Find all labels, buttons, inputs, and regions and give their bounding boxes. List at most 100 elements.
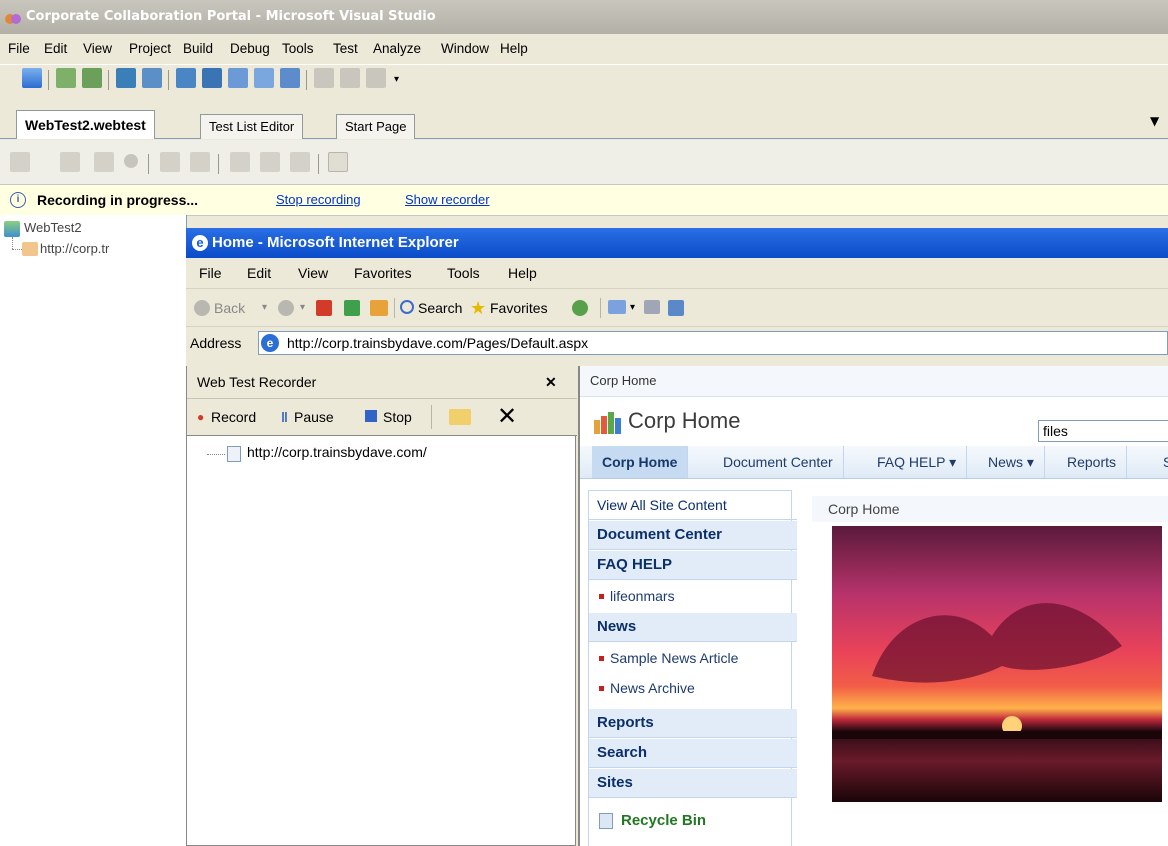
ql-document-center[interactable]: Document Center <box>589 521 797 550</box>
breadcrumb-text[interactable]: Corp Home <box>590 366 656 396</box>
vs-logo-icon <box>4 8 22 26</box>
indent-icon[interactable] <box>340 68 360 88</box>
view-all-site-content-link[interactable]: View All Site Content <box>589 491 797 520</box>
print-icon[interactable] <box>644 300 660 314</box>
stop-button[interactable]: Stop <box>383 399 412 435</box>
nav-corp-home[interactable]: Corp Home <box>592 446 689 478</box>
debug-test-icon[interactable] <box>82 68 102 88</box>
align-icon[interactable] <box>314 68 334 88</box>
run-webtest-icon[interactable] <box>10 152 30 172</box>
close-recorder-icon[interactable]: ✕ <box>545 366 557 398</box>
ql-sites[interactable]: Sites <box>589 769 797 798</box>
menu-build[interactable]: Build <box>183 34 213 64</box>
search-icon[interactable] <box>400 300 414 314</box>
ql-sample-news-article[interactable]: Sample News Article <box>610 650 738 666</box>
pause-button[interactable]: Pause <box>294 399 334 435</box>
nav-reports[interactable]: Reports <box>1057 446 1128 478</box>
publish-icon[interactable] <box>280 68 300 88</box>
test-manager-icon[interactable] <box>142 68 162 88</box>
new-test-icon[interactable] <box>22 68 42 88</box>
ie-menu-file[interactable]: File <box>199 258 222 288</box>
tab-webtest2[interactable]: WebTest2.webtest <box>16 110 155 139</box>
site-title[interactable]: Corp Home <box>628 408 740 434</box>
mail-dropdown-icon[interactable]: ▾ <box>630 290 635 326</box>
stop-icon[interactable] <box>316 300 332 316</box>
menu-edit[interactable]: Edit <box>44 34 67 64</box>
outdent-icon[interactable] <box>366 68 386 88</box>
menu-tools[interactable]: Tools <box>282 34 314 64</box>
search-button[interactable]: Search <box>418 290 462 326</box>
mail-icon[interactable] <box>608 300 626 314</box>
menu-help[interactable]: Help <box>500 34 528 64</box>
home-icon[interactable] <box>370 300 388 316</box>
page-title: Corp Home <box>828 501 900 517</box>
run-test-icon[interactable] <box>56 68 76 88</box>
add-plugin-icon[interactable] <box>190 152 210 172</box>
ql-faq-help[interactable]: FAQ HELP <box>589 551 797 580</box>
ql-search[interactable]: Search <box>589 739 797 768</box>
tree-request-url[interactable]: http://corp.tr <box>40 241 109 256</box>
add-request-icon[interactable] <box>94 152 114 172</box>
stop-square-icon <box>365 410 377 422</box>
test-list-icon[interactable] <box>228 68 248 88</box>
nav-news[interactable]: News ▾ <box>978 446 1045 478</box>
add-recording-icon[interactable] <box>60 152 80 172</box>
generate-code-icon[interactable] <box>290 152 310 172</box>
ql-recycle-bin[interactable]: Recycle Bin <box>621 807 706 835</box>
bullet-icon <box>599 685 604 691</box>
menu-test[interactable]: Test <box>333 34 358 64</box>
favorites-icon[interactable]: ★ <box>470 290 486 326</box>
address-input[interactable]: e http://corp.trainsbydave.com/Pages/Def… <box>258 331 1168 355</box>
back-icon[interactable] <box>194 300 210 316</box>
ql-news[interactable]: News <box>589 613 797 642</box>
menu-project[interactable]: Project <box>129 34 171 64</box>
show-recorder-link[interactable]: Show recorder <box>405 185 490 215</box>
edit-icon[interactable] <box>668 300 684 316</box>
menu-window[interactable]: Window <box>441 34 489 64</box>
recording-info-bar: i Recording in progress... Stop recordin… <box>0 184 1168 216</box>
ql-reports[interactable]: Reports <box>589 709 797 738</box>
recorded-request-url[interactable]: http://corp.trainsbydave.com/ <box>247 444 427 460</box>
test-view-icon[interactable] <box>116 68 136 88</box>
forward-icon[interactable] <box>278 300 294 316</box>
code-coverage-icon[interactable] <box>202 68 222 88</box>
ql-news-archive[interactable]: News Archive <box>610 680 695 696</box>
tab-test-list-editor[interactable]: Test List Editor <box>200 114 304 139</box>
record-icon[interactable] <box>124 154 138 168</box>
forward-dropdown-icon[interactable]: ▾ <box>300 290 305 326</box>
test-results-icon[interactable] <box>176 68 196 88</box>
parameterize-icon[interactable] <box>160 152 180 172</box>
ie-menu-tools[interactable]: Tools <box>447 258 480 288</box>
stop-recording-link[interactable]: Stop recording <box>276 185 361 215</box>
menu-file[interactable]: File <box>8 34 30 64</box>
toolbar-overflow-icon[interactable]: ▾ <box>394 74 399 85</box>
test-runs-icon[interactable] <box>254 68 274 88</box>
performance-session-icon[interactable] <box>328 152 348 172</box>
add-comment-icon[interactable] <box>449 409 471 425</box>
refresh-icon[interactable] <box>344 300 360 316</box>
back-dropdown-icon[interactable]: ▾ <box>262 290 267 326</box>
tab-start-page[interactable]: Start Page <box>336 114 416 139</box>
ie-menu-view[interactable]: View <box>298 258 328 288</box>
nav-overflow[interactable]: S <box>1153 446 1168 478</box>
site-logo-icon <box>594 412 622 434</box>
datasource-icon[interactable] <box>230 152 250 172</box>
nav-faq-help[interactable]: FAQ HELP ▾ <box>867 446 968 478</box>
ie-menu-favorites[interactable]: Favorites <box>354 258 412 288</box>
menu-view[interactable]: View <box>83 34 112 64</box>
favorites-button[interactable]: Favorites <box>490 290 548 326</box>
menu-debug[interactable]: Debug <box>230 34 270 64</box>
ql-lifeonmars[interactable]: lifeonmars <box>610 588 675 604</box>
menu-analyze[interactable]: Analyze <box>373 34 421 64</box>
site-search-input[interactable]: files <box>1038 420 1168 442</box>
credentials-icon[interactable] <box>260 152 280 172</box>
record-button[interactable]: Record <box>211 399 256 435</box>
nav-document-center[interactable]: Document Center <box>713 446 844 478</box>
ie-menu-edit[interactable]: Edit <box>247 258 271 288</box>
ie-menu-help[interactable]: Help <box>508 258 537 288</box>
tab-list-dropdown-icon[interactable]: ▼ <box>1150 114 1159 128</box>
tree-root-webtest2[interactable]: WebTest2 <box>24 220 82 235</box>
delete-icon[interactable]: ✕ <box>497 399 517 435</box>
back-button[interactable]: Back <box>214 290 245 326</box>
history-icon[interactable] <box>572 300 588 316</box>
